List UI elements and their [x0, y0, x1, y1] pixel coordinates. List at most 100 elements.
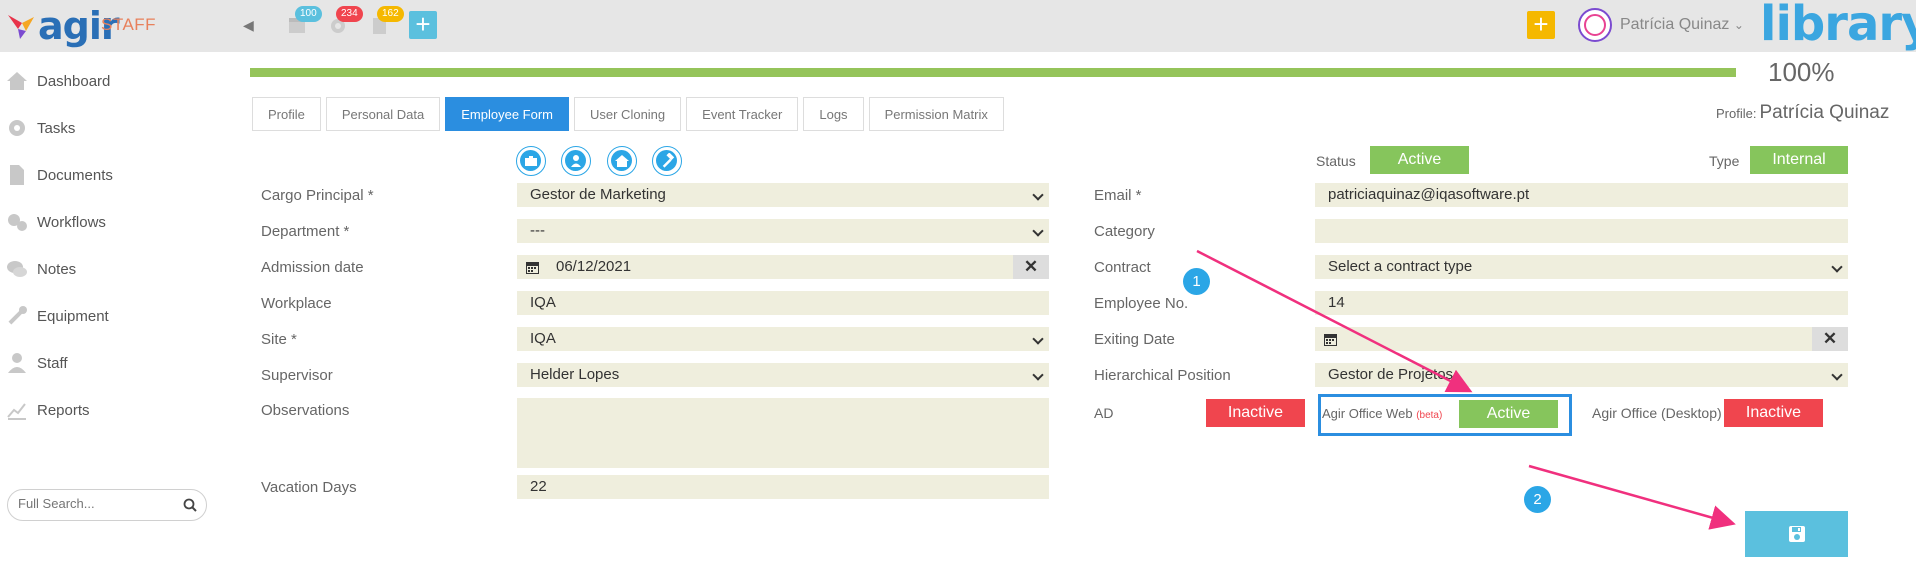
contract-select[interactable]: Select a contract type	[1315, 255, 1848, 279]
sidebar-item-documents[interactable]: Documents	[0, 157, 220, 193]
calendar-icon[interactable]	[1323, 332, 1338, 347]
progress-percent: 100%	[1768, 57, 1835, 87]
sidebar-item-label: Equipment	[37, 307, 109, 325]
cargo-select[interactable]: Gestor de Marketing	[517, 183, 1049, 207]
sidebar-item-workflows[interactable]: Workflows	[0, 204, 220, 240]
exiting-date-label: Exiting Date	[1094, 331, 1175, 348]
desktop-access-label: Agir Office (Desktop)	[1592, 405, 1722, 421]
profile-header: Profile: Patrícia Quinaz	[1716, 102, 1889, 124]
sidebar-item-label: Tasks	[37, 119, 76, 137]
type-badge[interactable]: Internal	[1750, 146, 1848, 174]
clear-admission-button[interactable]: ✕	[1013, 255, 1049, 279]
status-badge[interactable]: Active	[1370, 146, 1469, 174]
document-icon	[10, 165, 24, 185]
step-marker-2: 2	[1524, 486, 1551, 513]
profile-name: Patrícia Quinaz	[1759, 102, 1890, 123]
documents-badge: 162	[377, 6, 404, 22]
sidebar-item-equipment[interactable]: Equipment	[0, 298, 220, 334]
category-field[interactable]	[1315, 219, 1848, 243]
workplace-field[interactable]: IQA	[517, 291, 1049, 315]
exiting-date-field[interactable]: ✕	[1315, 327, 1848, 351]
library-logo: library	[1760, 0, 1916, 52]
calendar-notification[interactable]: 100	[287, 6, 322, 39]
chat-icon	[7, 261, 27, 277]
desktop-access-toggle-button[interactable]: Inactive	[1724, 399, 1823, 427]
email-field[interactable]: patriciaquinaz@iqasoftware.pt	[1315, 183, 1848, 207]
tab-profile[interactable]: Profile	[252, 97, 321, 131]
status-label: Status	[1316, 153, 1356, 169]
tab-user-cloning[interactable]: User Cloning	[574, 97, 682, 131]
tab-permission-matrix[interactable]: Permission Matrix	[868, 97, 1004, 131]
admission-label: Admission date	[261, 259, 364, 276]
home-button[interactable]	[607, 146, 637, 176]
sidebar-item-staff[interactable]: Staff	[0, 345, 220, 381]
employee-no-label: Employee No.	[1094, 295, 1189, 312]
vacation-days-field[interactable]: 22	[517, 475, 1049, 499]
progress-bar	[250, 68, 1736, 77]
user-name: Patrícia Quinaz	[1620, 16, 1730, 33]
gears-icon	[8, 214, 27, 231]
sidebar-item-label: Reports	[37, 401, 90, 419]
save-button[interactable]	[1745, 511, 1848, 557]
home-icon	[7, 72, 27, 90]
tab-bar: Profile Personal Data Employee Form User…	[252, 97, 1009, 131]
profile-prefix: Profile:	[1716, 106, 1757, 121]
tasks-notification[interactable]: 234	[328, 6, 363, 39]
search-input[interactable]	[18, 496, 178, 511]
tab-employee-form[interactable]: Employee Form	[445, 97, 569, 131]
collapse-sidebar-icon[interactable]: ◀	[243, 17, 254, 34]
hierarchical-select[interactable]: Gestor de Projetos	[1315, 363, 1848, 387]
ad-toggle-button[interactable]: Inactive	[1206, 399, 1305, 427]
supervisor-select[interactable]: Helder Lopes	[517, 363, 1049, 387]
sidebar-item-tasks[interactable]: Tasks	[0, 110, 220, 146]
tab-event-tracker[interactable]: Event Tracker	[686, 97, 799, 131]
documents-notification[interactable]: 162	[369, 6, 404, 39]
email-label: Email *	[1094, 187, 1142, 204]
calendar-icon[interactable]	[525, 260, 540, 275]
tab-logs[interactable]: Logs	[803, 97, 864, 131]
home-icon	[615, 155, 629, 167]
site-select[interactable]: IQA	[517, 327, 1049, 351]
web-access-label: Agir Office Web (beta)	[1322, 406, 1442, 421]
quick-add-button[interactable]: +	[1527, 11, 1555, 39]
sidebar-item-dashboard[interactable]: Dashboard	[0, 63, 220, 99]
full-search[interactable]	[7, 489, 207, 521]
user-switch-button[interactable]	[561, 146, 591, 176]
ad-label: AD	[1094, 405, 1114, 421]
admission-date-field[interactable]: 06/12/2021 ✕	[517, 255, 1049, 279]
sidebar-item-label: Documents	[37, 166, 113, 184]
app-label: STAFF	[101, 15, 157, 34]
contract-label: Contract	[1094, 259, 1151, 276]
type-label: Type	[1709, 153, 1740, 169]
hierarchical-label: Hierarchical Position	[1094, 367, 1231, 384]
sidebar-item-reports[interactable]: Reports	[0, 392, 220, 428]
progress-fill	[250, 68, 1736, 77]
add-button[interactable]: +	[409, 11, 437, 39]
search-icon[interactable]	[183, 498, 197, 512]
sidebar-item-label: Staff	[37, 354, 68, 372]
chevron-down-icon: ⌄	[1733, 18, 1744, 32]
department-label: Department *	[261, 223, 350, 240]
department-select[interactable]: ---	[517, 219, 1049, 243]
briefcase-button[interactable]	[516, 146, 546, 176]
chart-icon	[7, 403, 26, 420]
user-menu[interactable]: Patrícia Quinaz ⌄	[1620, 16, 1744, 34]
calendar-badge: 100	[295, 6, 322, 22]
admission-date-value: 06/12/2021	[556, 258, 632, 275]
sidebar-item-label: Notes	[37, 260, 77, 278]
workplace-label: Workplace	[261, 295, 332, 312]
sidebar-item-notes[interactable]: Notes	[0, 251, 220, 287]
sidebar-item-label: Dashboard	[37, 72, 111, 90]
tab-personal-data[interactable]: Personal Data	[325, 97, 441, 131]
employee-no-field[interactable]: 14	[1315, 291, 1848, 315]
floppy-disk-icon	[1789, 526, 1805, 542]
observations-textarea[interactable]	[517, 398, 1049, 468]
web-access-toggle-button[interactable]: Active	[1459, 400, 1558, 428]
avatar[interactable]	[1578, 8, 1612, 42]
agir-bird-icon	[8, 15, 34, 39]
hammer-button[interactable]	[652, 146, 682, 176]
top-bar: agir STAFF ◀ 100 234 162 + + Patrícia Qu…	[0, 0, 1916, 52]
sidebar-item-label: Workflows	[37, 213, 106, 231]
clear-exiting-button[interactable]: ✕	[1812, 327, 1848, 351]
arrow-two	[1528, 464, 1736, 530]
